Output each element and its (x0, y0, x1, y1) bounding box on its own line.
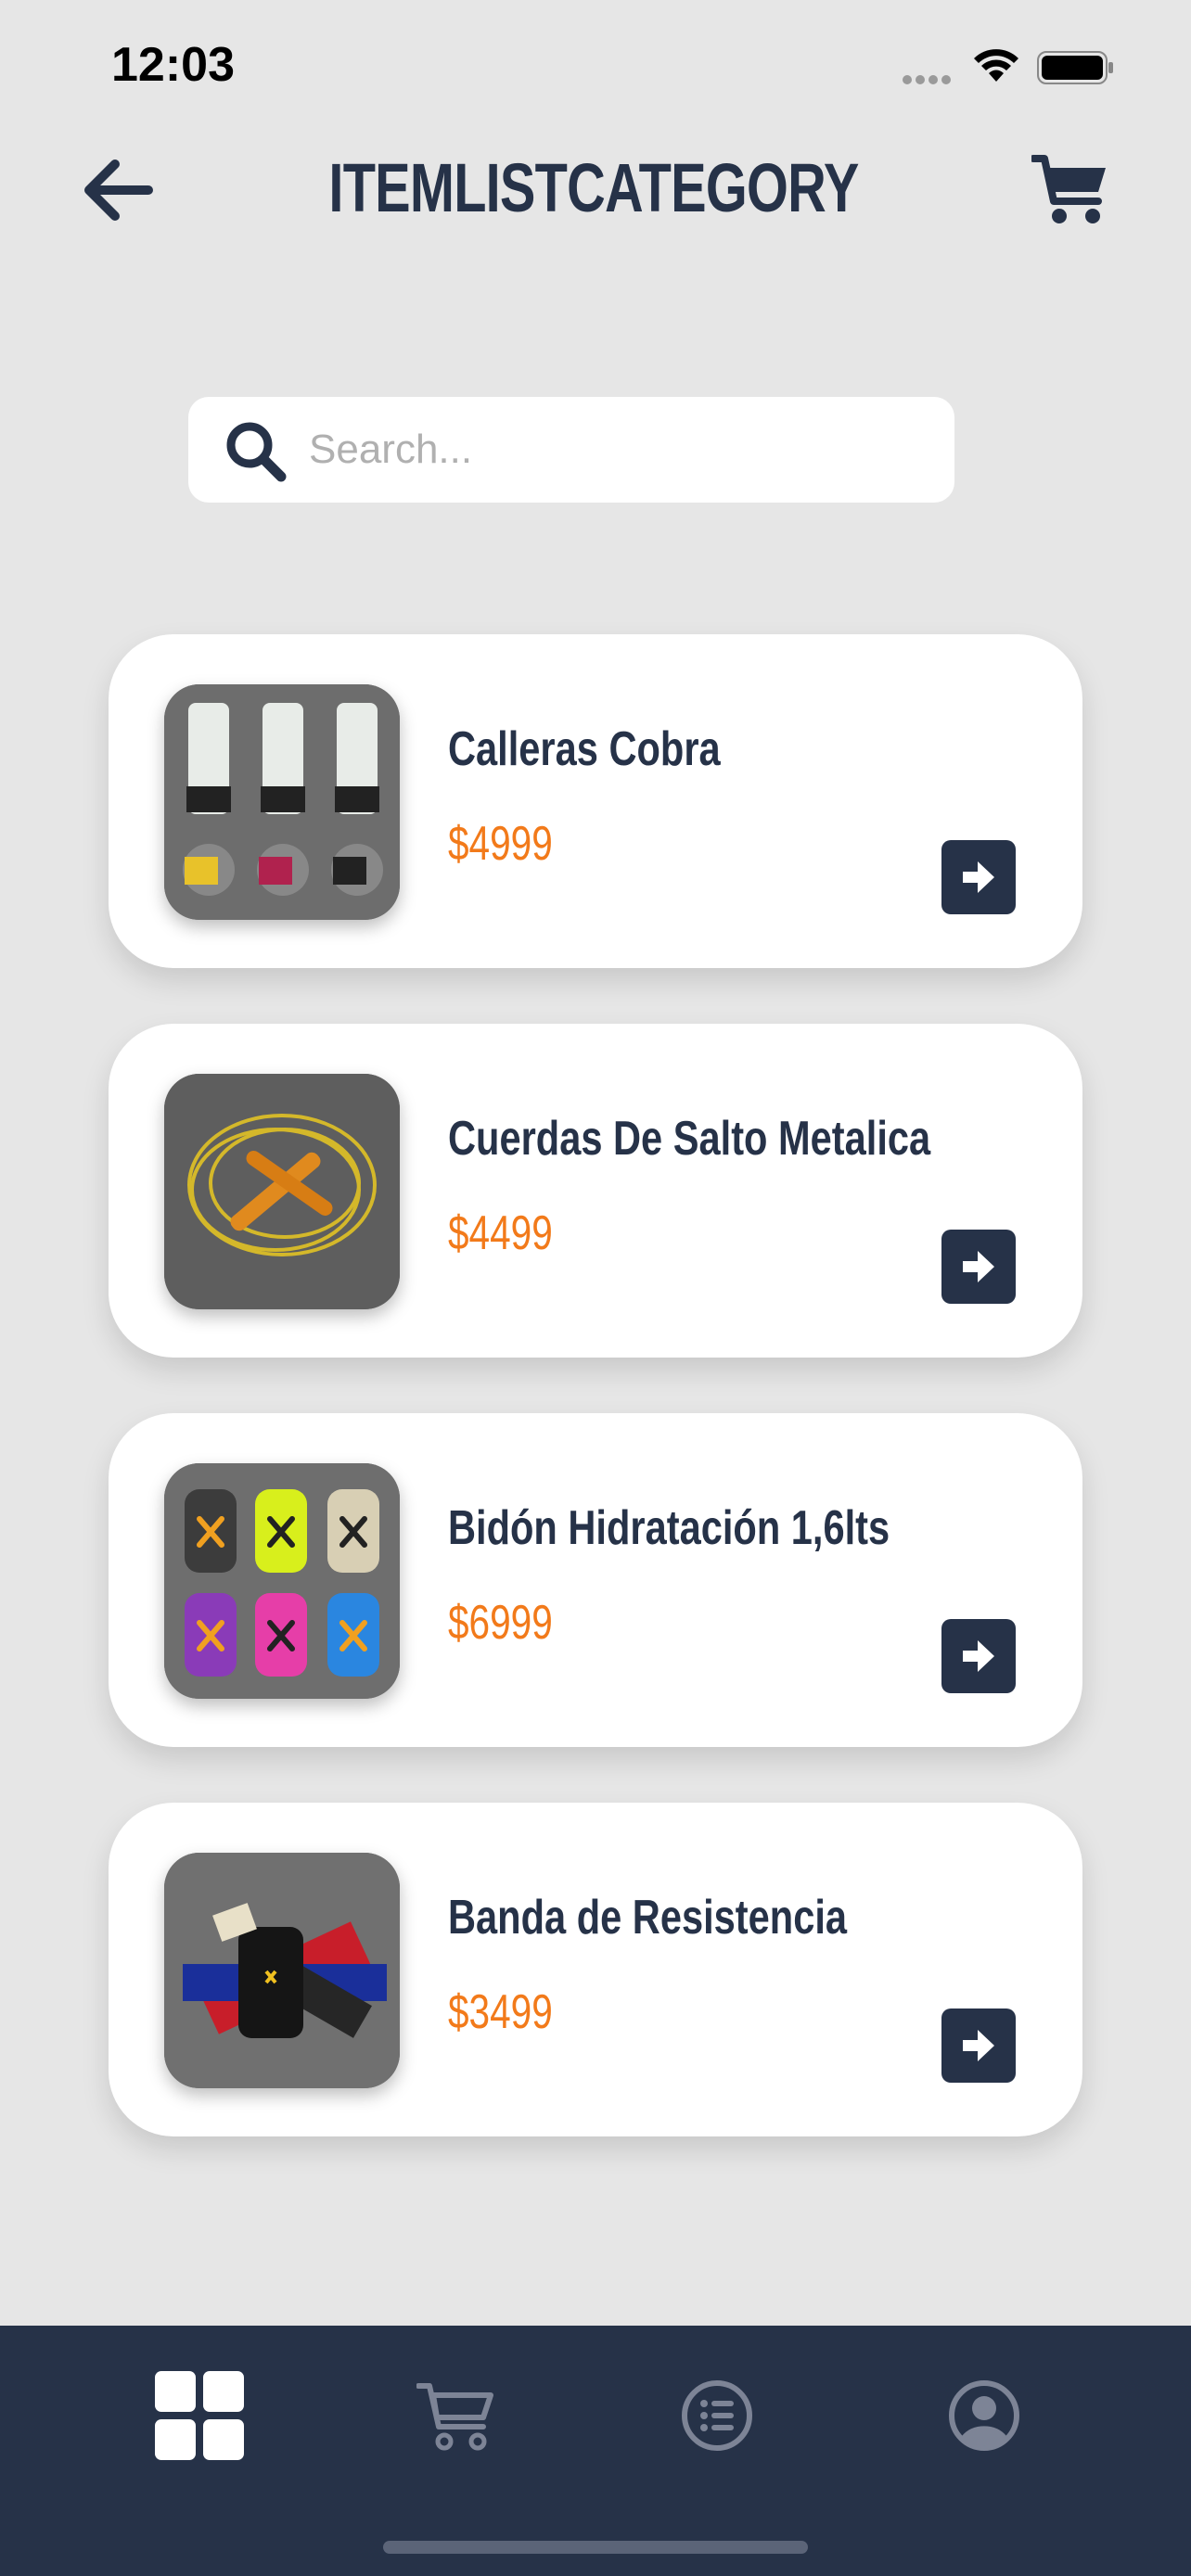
arrow-right-icon (963, 1251, 994, 1282)
product-name: Bidón Hidratación 1,6lts (448, 1501, 890, 1555)
battery-icon (1037, 51, 1113, 84)
product-name: Cuerdas De Salto Metalica (448, 1112, 931, 1166)
search-icon (226, 422, 287, 482)
view-product-button[interactable] (941, 2009, 1016, 2083)
header-cart-button[interactable] (1030, 153, 1109, 227)
product-price: $4499 (448, 1206, 553, 1260)
tab-orders[interactable] (666, 2365, 768, 2467)
back-button[interactable] (78, 153, 161, 227)
page-title: ITEMLISTCATEGORY (328, 149, 859, 226)
grid-icon (155, 2371, 244, 2460)
arrow-right-icon (963, 2030, 994, 2061)
arrow-right-icon (963, 861, 994, 893)
product-card[interactable]: Calleras Cobra $4999 (109, 634, 1082, 968)
status-bar: 12:03 (0, 0, 1191, 139)
product-price: $6999 (448, 1596, 553, 1650)
tab-home[interactable] (148, 2365, 250, 2467)
tab-profile[interactable] (933, 2365, 1035, 2467)
product-price: $3499 (448, 1985, 553, 2039)
search-bar[interactable] (188, 397, 954, 503)
view-product-button[interactable] (941, 1619, 1016, 1693)
view-product-button[interactable] (941, 840, 1016, 914)
product-price: $4999 (448, 817, 553, 871)
arrow-left-icon (84, 159, 153, 221)
cellular-signal-icon (903, 75, 951, 84)
product-image-water-bottles (164, 1463, 400, 1699)
product-card[interactable]: Bidón Hidratación 1,6lts $6999 (109, 1413, 1082, 1747)
product-image-jump-rope (164, 1074, 400, 1309)
cart-icon (1030, 155, 1106, 223)
product-image-resistance-bands (164, 1853, 400, 2088)
tab-cart[interactable] (404, 2365, 506, 2467)
product-name: Banda de Resistencia (448, 1891, 848, 1945)
product-card[interactable]: Cuerdas De Salto Metalica $4499 (109, 1024, 1082, 1358)
product-image-hand-grips (164, 684, 400, 920)
wifi-icon (974, 49, 1018, 82)
bottom-tab-bar (0, 2326, 1191, 2576)
view-product-button[interactable] (941, 1230, 1016, 1304)
product-name: Calleras Cobra (448, 722, 721, 776)
product-card[interactable]: Banda de Resistencia $3499 (109, 1803, 1082, 2136)
search-input[interactable] (309, 397, 921, 503)
profile-icon (949, 2380, 1019, 2451)
arrow-right-icon (963, 1640, 994, 1672)
list-icon (682, 2380, 752, 2451)
home-indicator (383, 2541, 808, 2554)
cart-icon (416, 2383, 493, 2451)
status-time: 12:03 (111, 38, 235, 92)
